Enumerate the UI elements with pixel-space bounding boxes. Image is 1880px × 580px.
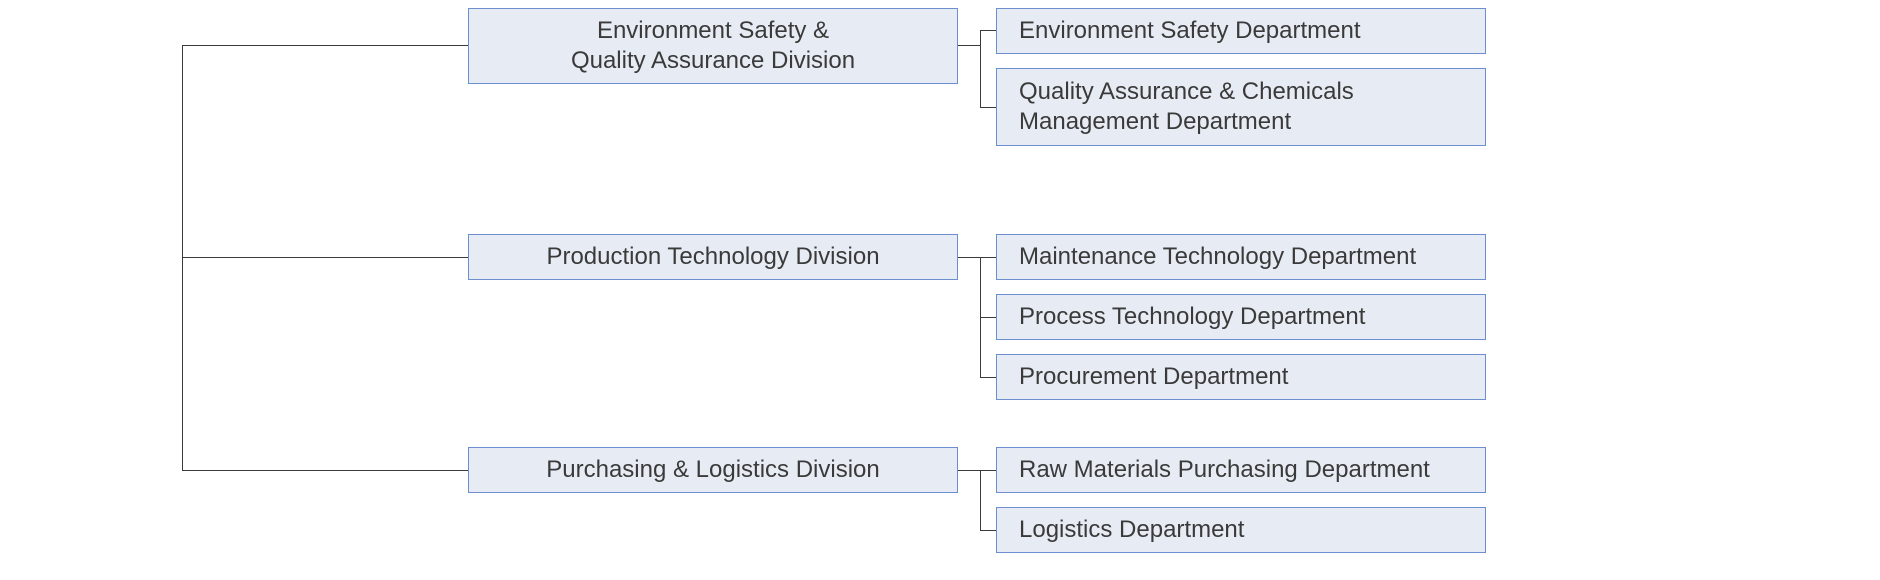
- div3-out-line: [958, 470, 980, 471]
- division-label: Purchasing & Logistics Division: [546, 455, 879, 485]
- div1-to-dept2: [980, 107, 996, 108]
- org-chart-canvas: Environment Safety &Quality Assurance Di…: [0, 0, 1880, 580]
- trunk-to-division-3-line: [182, 470, 468, 471]
- department-label: Environment Safety Department: [1019, 16, 1361, 46]
- department-label: Procurement Department: [1019, 362, 1288, 392]
- div3-to-dept1: [980, 470, 996, 471]
- division-env-safety-qa: Environment Safety &Quality Assurance Di…: [468, 8, 958, 84]
- div1-to-dept1: [980, 30, 996, 31]
- dept-logistics: Logistics Department: [996, 507, 1486, 553]
- trunk-to-division-1-line: [182, 45, 468, 46]
- dept-qa-chemicals: Quality Assurance & Chemicals Management…: [996, 68, 1486, 146]
- dept-process-tech: Process Technology Department: [996, 294, 1486, 340]
- division-production-tech: Production Technology Division: [468, 234, 958, 280]
- department-label: Quality Assurance & Chemicals Management…: [1019, 77, 1463, 137]
- div2-to-dept2: [980, 317, 996, 318]
- div1-child-vertical: [980, 30, 981, 107]
- division-label: Production Technology Division: [546, 242, 879, 272]
- div3-child-vertical: [980, 470, 981, 530]
- dept-maintenance-tech: Maintenance Technology Department: [996, 234, 1486, 280]
- div1-out-line: [958, 45, 980, 46]
- dept-procurement: Procurement Department: [996, 354, 1486, 400]
- div2-to-dept1: [980, 257, 996, 258]
- dept-raw-materials: Raw Materials Purchasing Department: [996, 447, 1486, 493]
- trunk-to-division-2-line: [182, 257, 468, 258]
- department-label: Raw Materials Purchasing Department: [1019, 455, 1430, 485]
- div2-out-line: [958, 257, 980, 258]
- div3-to-dept2: [980, 530, 996, 531]
- department-label: Process Technology Department: [1019, 302, 1365, 332]
- department-label: Maintenance Technology Department: [1019, 242, 1416, 272]
- department-label: Logistics Department: [1019, 515, 1244, 545]
- div2-to-dept3: [980, 377, 996, 378]
- dept-env-safety: Environment Safety Department: [996, 8, 1486, 54]
- division-purchasing-logistics: Purchasing & Logistics Division: [468, 447, 958, 493]
- division-label: Environment Safety &Quality Assurance Di…: [571, 16, 855, 76]
